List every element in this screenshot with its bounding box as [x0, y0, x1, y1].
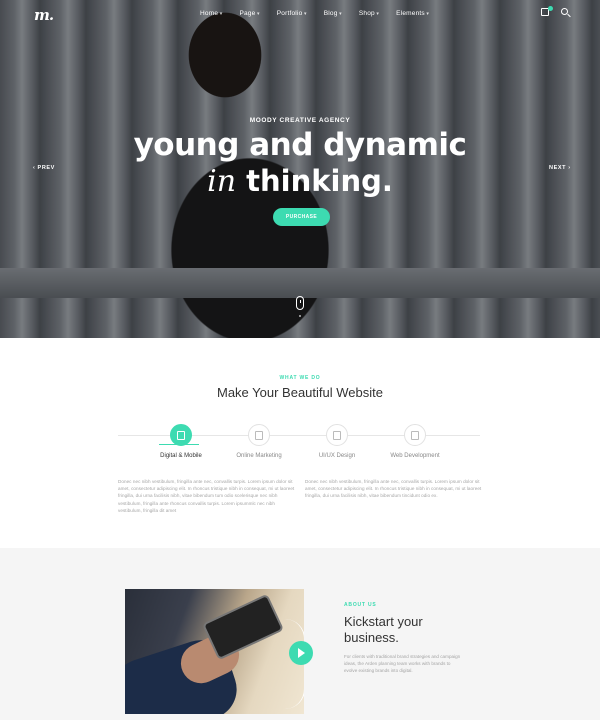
about-text: For clients with traditional brand strat…	[344, 654, 461, 674]
services-text-left: Donec nec nibh vestibulum, fringilla ant…	[118, 479, 295, 513]
tab-label: Online Marketing	[236, 453, 282, 459]
hero-background-rail	[0, 268, 600, 298]
tab-web-development[interactable]: Web Development	[375, 424, 455, 459]
cart-badge	[548, 6, 553, 11]
play-icon[interactable]	[289, 641, 313, 665]
about-section: ABOUT US Kickstart your business. For cl…	[0, 548, 600, 720]
scroll-mouse-icon[interactable]	[296, 296, 304, 310]
nav-item-home[interactable]: Home	[200, 10, 222, 17]
services-section: WHAT WE DO Make Your Beautiful Website D…	[0, 338, 600, 548]
hero-title-rest: thinking.	[236, 164, 393, 198]
nav-item-page[interactable]: Page	[239, 10, 259, 17]
hero-title-line2: in thinking.	[0, 164, 600, 199]
services-eyebrow: WHAT WE DO	[279, 375, 321, 381]
browser-icon	[404, 424, 426, 446]
tab-online-marketing[interactable]: Online Marketing	[219, 424, 299, 459]
monitor-icon	[326, 424, 348, 446]
tab-label: Digital & Mobile	[160, 453, 202, 459]
about-photo	[125, 589, 304, 714]
nav-item-shop[interactable]: Shop	[359, 10, 379, 17]
mobile-icon	[170, 424, 192, 446]
tab-digital-mobile[interactable]: Digital & Mobile	[141, 424, 221, 459]
calculator-icon	[248, 424, 270, 446]
hero-title-line1: young and dynamic	[133, 127, 467, 163]
top-navigation: m. Home Page Portfolio Blog Shop Element…	[0, 0, 600, 26]
hero-title-italic: in	[207, 164, 237, 199]
about-title: Kickstart your business.	[344, 614, 423, 645]
nav-item-blog[interactable]: Blog	[324, 10, 342, 17]
slider-next-button[interactable]: NEXT ›	[549, 165, 571, 171]
services-title: Make Your Beautiful Website	[217, 385, 383, 400]
purchase-button[interactable]: PURCHASE	[273, 208, 330, 226]
nav-item-elements[interactable]: Elements	[396, 10, 429, 17]
logo[interactable]: m.	[34, 6, 54, 24]
nav-item-portfolio[interactable]: Portfolio	[277, 10, 307, 17]
main-nav: Home Page Portfolio Blog Shop Elements	[200, 10, 429, 17]
slider-prev-button[interactable]: ‹ PREV	[33, 165, 55, 171]
tab-ui-ux-design[interactable]: UI/UX Design	[297, 424, 377, 459]
hero-eyebrow: MOODY CREATIVE AGENCY	[249, 117, 351, 124]
tab-label: Web Development	[390, 453, 440, 459]
services-text-right: Donec nec nibh vestibulum, fringilla ant…	[305, 479, 482, 499]
search-icon[interactable]	[561, 8, 568, 15]
active-tab-underline	[159, 444, 199, 445]
tab-label: UI/UX Design	[318, 453, 356, 459]
scroll-indicator-dot	[299, 315, 301, 317]
about-eyebrow: ABOUT US	[344, 602, 377, 608]
